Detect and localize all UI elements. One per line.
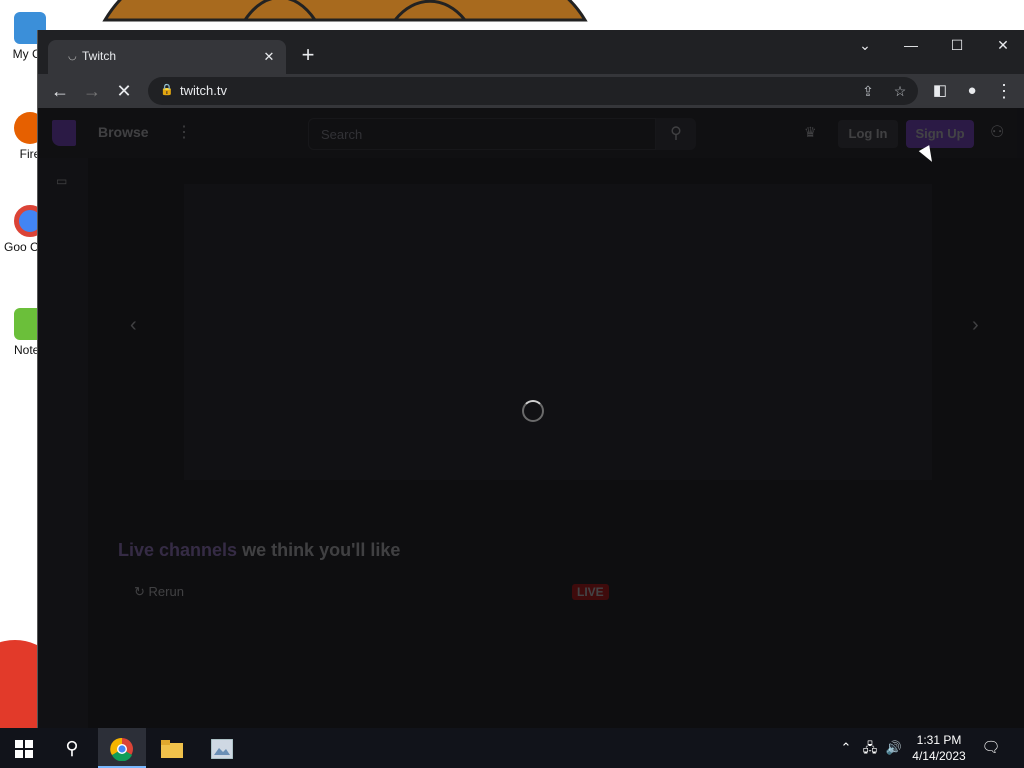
side-nav [38,158,88,728]
section-heading-rest: we think you'll like [237,540,401,560]
clock-date: 4/14/2023 [912,749,966,763]
carousel-next-icon[interactable]: › [972,314,979,337]
browser-window: ◡ Twitch ✕ + ⌄ — ☐ ✕ ← → ✕ 🔒 twitch.tv ⇪… [38,30,1024,728]
profile-icon[interactable]: ● [960,79,984,103]
folder-icon [161,740,183,759]
loading-spinner-icon [522,400,544,422]
wallpaper-art [102,0,588,22]
system-clock[interactable]: 1:31 PM 4/14/2023 [906,732,972,764]
search-icon[interactable]: ⚲ [48,728,96,768]
close-window-button[interactable]: ✕ [980,30,1024,60]
clock-time: 1:31 PM [916,733,962,747]
login-button[interactable]: Log In [838,120,898,148]
notification-icon[interactable]: 🗨 [980,737,1002,759]
minimize-button[interactable]: — [888,30,934,60]
stop-loading-icon[interactable]: ✕ [112,79,136,103]
carousel-prev-icon[interactable]: ‹ [130,314,137,337]
browser-toolbar: ← → ✕ 🔒 twitch.tv ⇪ ☆ ◧ ● ⋮ [38,74,1024,108]
live-badge: LIVE [572,584,609,600]
browse-link[interactable]: Browse [98,124,149,140]
twitch-logo-icon[interactable] [52,120,76,146]
menu-kebab-icon[interactable]: ⋮ [992,79,1016,103]
windows-logo-icon [15,740,33,759]
tab-title: Twitch [82,49,117,63]
back-arrow-icon[interactable]: ← [48,79,72,103]
taskbar-file-explorer[interactable] [148,728,196,768]
side-panel-icon[interactable]: ◧ [928,79,952,103]
chevron-up-icon[interactable]: ⌃ [836,738,856,758]
taskbar-app[interactable] [198,728,246,768]
prime-crown-icon[interactable]: ♛ [804,124,817,141]
search-icon[interactable]: ⚲ [656,118,696,150]
start-button[interactable] [0,728,48,768]
rerun-label: ↻ Rerun [134,584,184,600]
image-app-icon [210,738,234,760]
search-input[interactable]: Search [308,118,656,150]
new-tab-button[interactable]: + [296,44,320,68]
volume-icon[interactable]: 🔊 [884,738,904,758]
forward-arrow-icon[interactable]: → [80,79,104,103]
tab-close-icon[interactable]: ✕ [260,48,278,66]
twitch-top-nav: Browse ⋮ Search ⚲ ♛ Log In Sign Up ⚇ [38,108,1024,158]
twitch-page: Browse ⋮ Search ⚲ ♛ Log In Sign Up ⚇ ▭ ‹… [38,108,1024,728]
more-options-icon[interactable]: ⋮ [176,122,192,142]
tab-search-dropdown-button[interactable]: ⌄ [842,30,888,60]
section-heading: Live channels we think you'll like [118,540,400,561]
section-heading-highlight[interactable]: Live channels [118,540,237,560]
share-icon[interactable]: ⇪ [858,81,878,101]
chrome-icon [110,738,133,762]
title-bar: ◡ Twitch ✕ + ⌄ — ☐ ✕ [38,30,1024,74]
lock-icon: 🔒 [160,84,174,96]
bookmark-star-icon[interactable]: ☆ [890,81,910,101]
tab-twitch[interactable]: ◡ Twitch ✕ [48,40,286,74]
taskbar: ⚲ ⌃ 🖧 🔊 1:31 PM 4/14/2023 🗨 [0,728,1024,768]
rerun-icon: ↻ [134,584,149,599]
maximize-button[interactable]: ☐ [934,30,980,60]
network-icon[interactable]: 🖧 [860,738,880,758]
loading-favicon-icon: ◡ [68,51,77,62]
address-bar[interactable]: 🔒 twitch.tv ⇪ ☆ [148,77,918,105]
user-menu-icon[interactable]: ⚇ [990,122,1004,142]
address-url[interactable]: twitch.tv [180,83,227,98]
featured-carousel[interactable] [184,184,932,480]
taskbar-chrome[interactable] [98,728,146,768]
video-camera-icon[interactable]: ▭ [56,174,72,188]
signup-button[interactable]: Sign Up [906,120,974,148]
rerun-text: Rerun [148,584,184,599]
